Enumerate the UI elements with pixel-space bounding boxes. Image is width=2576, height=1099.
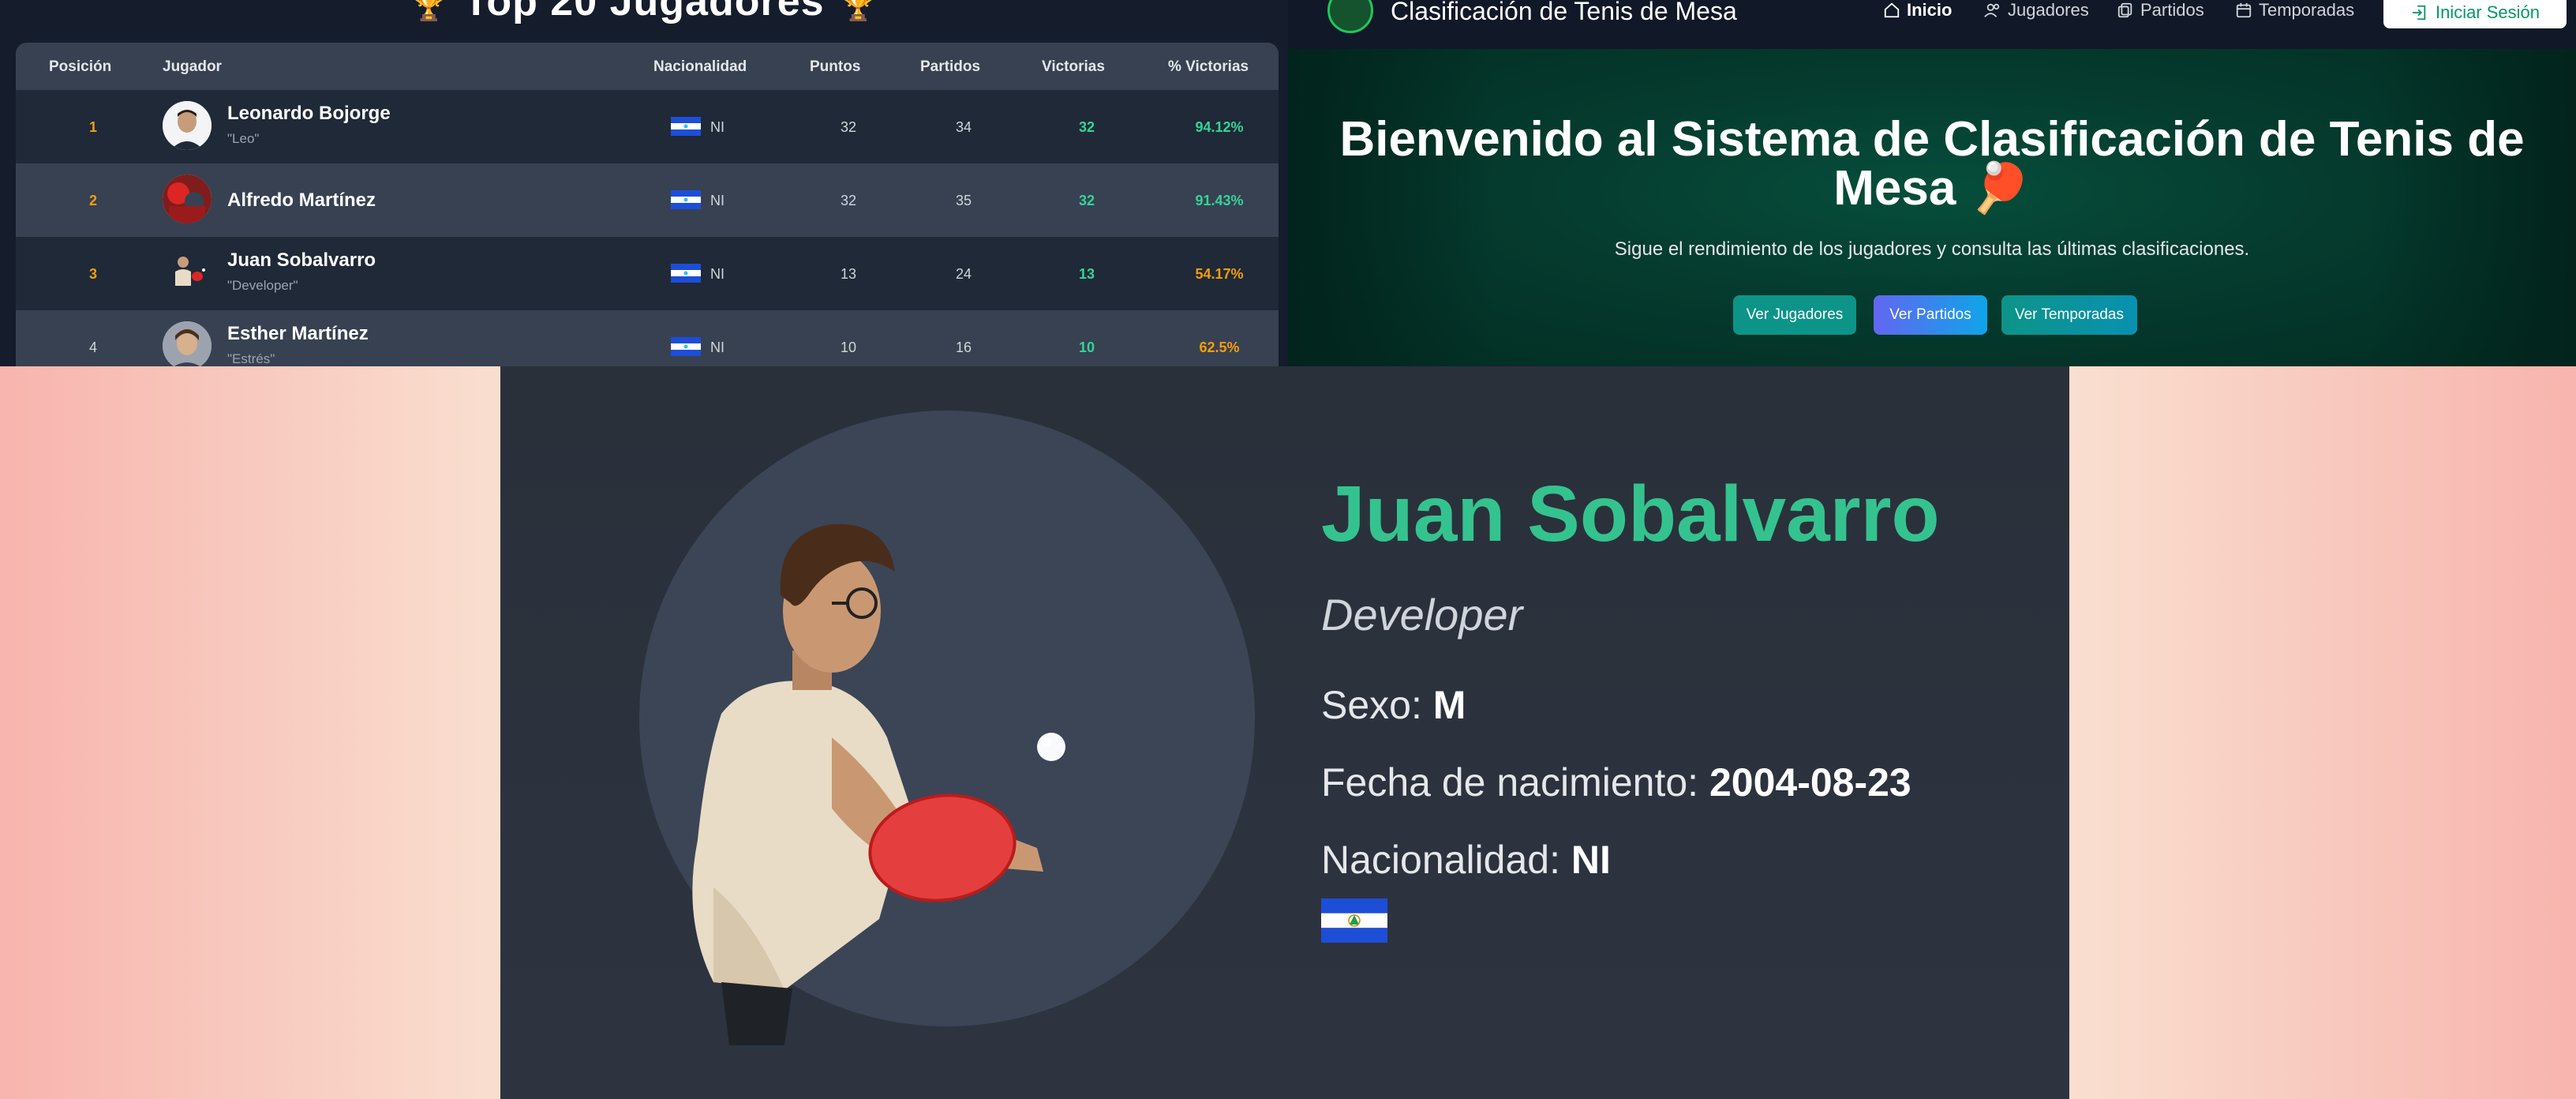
nav-inicio-label: Inicio bbox=[1907, 0, 1953, 20]
sex-value: M bbox=[1432, 683, 1466, 727]
row-win-percent: 54.17% bbox=[1195, 266, 1244, 282]
table-row[interactable]: 4 Esther Martínez "Estrés" NI 10 16 10 6… bbox=[16, 310, 1279, 366]
nationality-label: Nacionalidad: bbox=[1321, 838, 1560, 882]
home-icon bbox=[1884, 2, 1900, 18]
table-row[interactable]: 3 Juan Sobalvarro "Developer" NI 13 24 1… bbox=[16, 237, 1279, 310]
player-nickname: "Leo" bbox=[227, 131, 260, 146]
nicaragua-flag-icon bbox=[671, 117, 701, 136]
header-jugador: Jugador bbox=[163, 58, 222, 75]
nav-jugadores[interactable]: Jugadores bbox=[1984, 0, 2089, 21]
birthdate-label: Fecha de nacimiento: bbox=[1321, 760, 1699, 805]
nav-jugadores-label: Jugadores bbox=[2008, 0, 2089, 20]
row-wins: 32 bbox=[1078, 119, 1095, 135]
row-matches: 24 bbox=[955, 266, 972, 282]
player-nickname: "Estrés" bbox=[227, 351, 275, 366]
player-birthdate: Fecha de nacimiento: 2004-08-23 bbox=[1321, 760, 1911, 805]
avatar bbox=[163, 248, 212, 297]
row-position: 4 bbox=[88, 339, 97, 355]
table-row[interactable]: 2 Alfredo Martínez NI 32 35 32 91.43% bbox=[16, 163, 1279, 237]
brand-title[interactable]: Clasificación de Tenis de Mesa bbox=[1391, 0, 1737, 26]
header-pct-victorias: % Victorias bbox=[1168, 58, 1249, 75]
player-profile-name: Juan Sobalvarro bbox=[1321, 470, 1940, 558]
row-points: 10 bbox=[840, 339, 857, 355]
row-position: 2 bbox=[88, 193, 97, 208]
profile-card: Juan Sobalvarro Developer Sexo: M Fecha … bbox=[500, 366, 2069, 1099]
nicaragua-flag-icon bbox=[671, 337, 701, 356]
ranking-title-text: Top 20 Jugadores bbox=[463, 0, 825, 24]
ranking-panel: 🏆 Top 20 Jugadores 🏆 Posición Jugador Naci… bbox=[0, 0, 1288, 366]
ver-partidos-button[interactable]: Ver Partidos bbox=[1874, 295, 1987, 335]
calendar-icon bbox=[2236, 2, 2252, 18]
header-puntos: Puntos bbox=[810, 58, 861, 75]
hero-title: Bienvenido al Sistema de Clasificación d… bbox=[1339, 112, 2525, 216]
row-wins: 32 bbox=[1078, 193, 1095, 208]
avatar bbox=[163, 174, 212, 223]
home-panel: Clasificación de Tenis de Mesa Inicio Ju… bbox=[1288, 0, 2576, 366]
row-win-percent: 91.43% bbox=[1195, 193, 1244, 208]
table-row[interactable]: 1 Leonardo Bojorge "Leo" NI 32 34 32 94.… bbox=[16, 90, 1279, 163]
player-sex: Sexo: M bbox=[1321, 682, 1466, 728]
hero-subtitle: Sigue el rendimiento de los jugadores y … bbox=[1614, 238, 2250, 260]
row-win-percent: 62.5% bbox=[1199, 339, 1240, 355]
row-nationality: NI bbox=[710, 339, 724, 355]
ranking-table: Posición Jugador Nacionalidad Puntos Par… bbox=[16, 43, 1279, 366]
player-name[interactable]: Leonardo Bojorge bbox=[227, 103, 391, 125]
row-position: 3 bbox=[88, 266, 97, 282]
copy-icon bbox=[2117, 2, 2132, 18]
nav-inicio[interactable]: Inicio bbox=[1883, 0, 1952, 21]
player-name[interactable]: Esther Martínez bbox=[227, 323, 369, 345]
header-partidos: Partidos bbox=[920, 58, 981, 75]
row-points: 32 bbox=[840, 119, 857, 135]
row-nationality: NI bbox=[710, 119, 724, 135]
row-points: 13 bbox=[840, 266, 857, 282]
row-points: 32 bbox=[840, 193, 857, 208]
row-matches: 16 bbox=[955, 339, 972, 355]
trophy-icon: 🏆 bbox=[838, 0, 879, 22]
logo[interactable] bbox=[1327, 0, 1373, 33]
table-header: Posición Jugador Nacionalidad Puntos Par… bbox=[16, 43, 1279, 90]
nationality-value: NI bbox=[1571, 838, 1611, 882]
nav-temporadas[interactable]: Temporadas bbox=[2235, 0, 2354, 21]
player-name[interactable]: Juan Sobalvarro bbox=[227, 249, 376, 272]
header-victorias: Victorias bbox=[1042, 58, 1105, 75]
nav-partidos[interactable]: Partidos bbox=[2117, 0, 2204, 21]
row-matches: 35 bbox=[955, 193, 972, 208]
nav-partidos-label: Partidos bbox=[2140, 0, 2204, 20]
navbar: Clasificación de Tenis de Mesa Inicio Ju… bbox=[1288, 0, 2576, 49]
nicaragua-flag-icon bbox=[671, 190, 701, 209]
login-button[interactable]: Iniciar Sesión bbox=[2383, 0, 2567, 28]
nicaragua-flag-icon bbox=[1321, 898, 1387, 943]
birthdate-value: 2004-08-23 bbox=[1709, 760, 1911, 805]
ver-jugadores-button[interactable]: Ver Jugadores bbox=[1733, 295, 1856, 335]
header-posicion: Posición bbox=[49, 58, 112, 75]
nicaragua-flag-icon bbox=[671, 264, 701, 283]
ver-temporadas-button[interactable]: Ver Temporadas bbox=[2001, 295, 2137, 335]
ranking-title: 🏆 Top 20 Jugadores 🏆 bbox=[0, 0, 1288, 25]
player-name[interactable]: Alfredo Martínez bbox=[227, 189, 376, 212]
avatar bbox=[163, 321, 212, 366]
row-position: 1 bbox=[88, 119, 97, 135]
sex-label: Sexo: bbox=[1321, 683, 1422, 727]
player-nickname: "Developer" bbox=[227, 278, 298, 293]
row-matches: 34 bbox=[955, 119, 972, 135]
player-photo bbox=[692, 523, 1065, 1045]
row-wins: 10 bbox=[1078, 339, 1095, 355]
nav-temporadas-label: Temporadas bbox=[2259, 0, 2355, 20]
login-label: Iniciar Sesión bbox=[2435, 2, 2540, 22]
login-icon bbox=[2412, 5, 2426, 21]
row-win-percent: 94.12% bbox=[1195, 119, 1244, 135]
avatar bbox=[163, 101, 212, 150]
trophy-icon: 🏆 bbox=[409, 0, 450, 22]
row-nationality: NI bbox=[710, 193, 724, 208]
row-wins: 13 bbox=[1078, 266, 1095, 282]
users-icon bbox=[1984, 3, 2000, 17]
header-nacionalidad: Nacionalidad bbox=[653, 58, 747, 75]
player-nationality: Nacionalidad: NI bbox=[1321, 837, 1611, 883]
profile-page: Juan Sobalvarro Developer Sexo: M Fecha … bbox=[0, 366, 2576, 1099]
row-nationality: NI bbox=[710, 266, 724, 282]
player-profile-nickname: Developer bbox=[1321, 590, 1523, 640]
